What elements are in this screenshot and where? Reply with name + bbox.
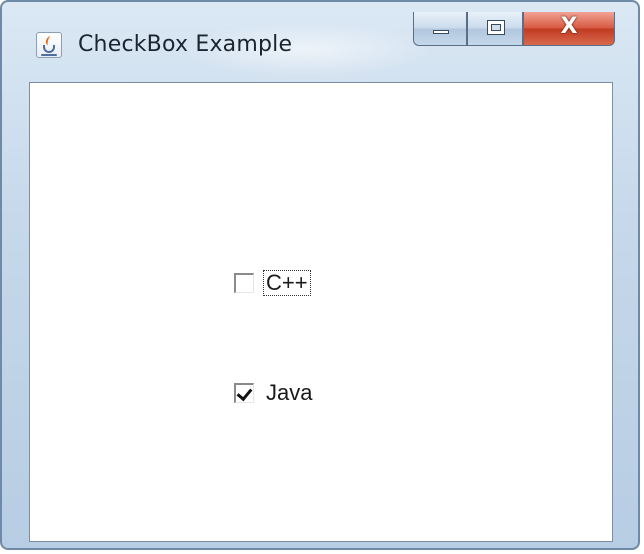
- checkbox-java-box[interactable]: [234, 383, 254, 403]
- maximize-button[interactable]: [467, 12, 523, 46]
- minimize-button[interactable]: [413, 12, 467, 46]
- minimize-icon: [433, 30, 449, 34]
- checkbox-cpp-box[interactable]: [234, 273, 254, 293]
- checkbox-cpp-label[interactable]: C++: [263, 270, 311, 296]
- java-cup-shape: [43, 45, 55, 53]
- content-panel: C++ Java: [29, 82, 613, 542]
- java-saucer-shape: [41, 54, 57, 56]
- checkbox-java[interactable]: Java: [234, 381, 314, 405]
- window-title: CheckBox Example: [78, 32, 293, 57]
- close-icon: X: [560, 14, 578, 39]
- java-cup-icon[interactable]: [36, 32, 62, 58]
- checkbox-java-label[interactable]: Java: [264, 381, 314, 405]
- title-bar[interactable]: CheckBox Example X: [2, 2, 638, 82]
- close-button[interactable]: X: [523, 12, 615, 46]
- java-steam-shape: [44, 36, 55, 45]
- app-window: CheckBox Example X C++ Java: [0, 0, 640, 550]
- maximize-icon: [487, 20, 505, 35]
- checkbox-cpp[interactable]: C++: [234, 270, 311, 296]
